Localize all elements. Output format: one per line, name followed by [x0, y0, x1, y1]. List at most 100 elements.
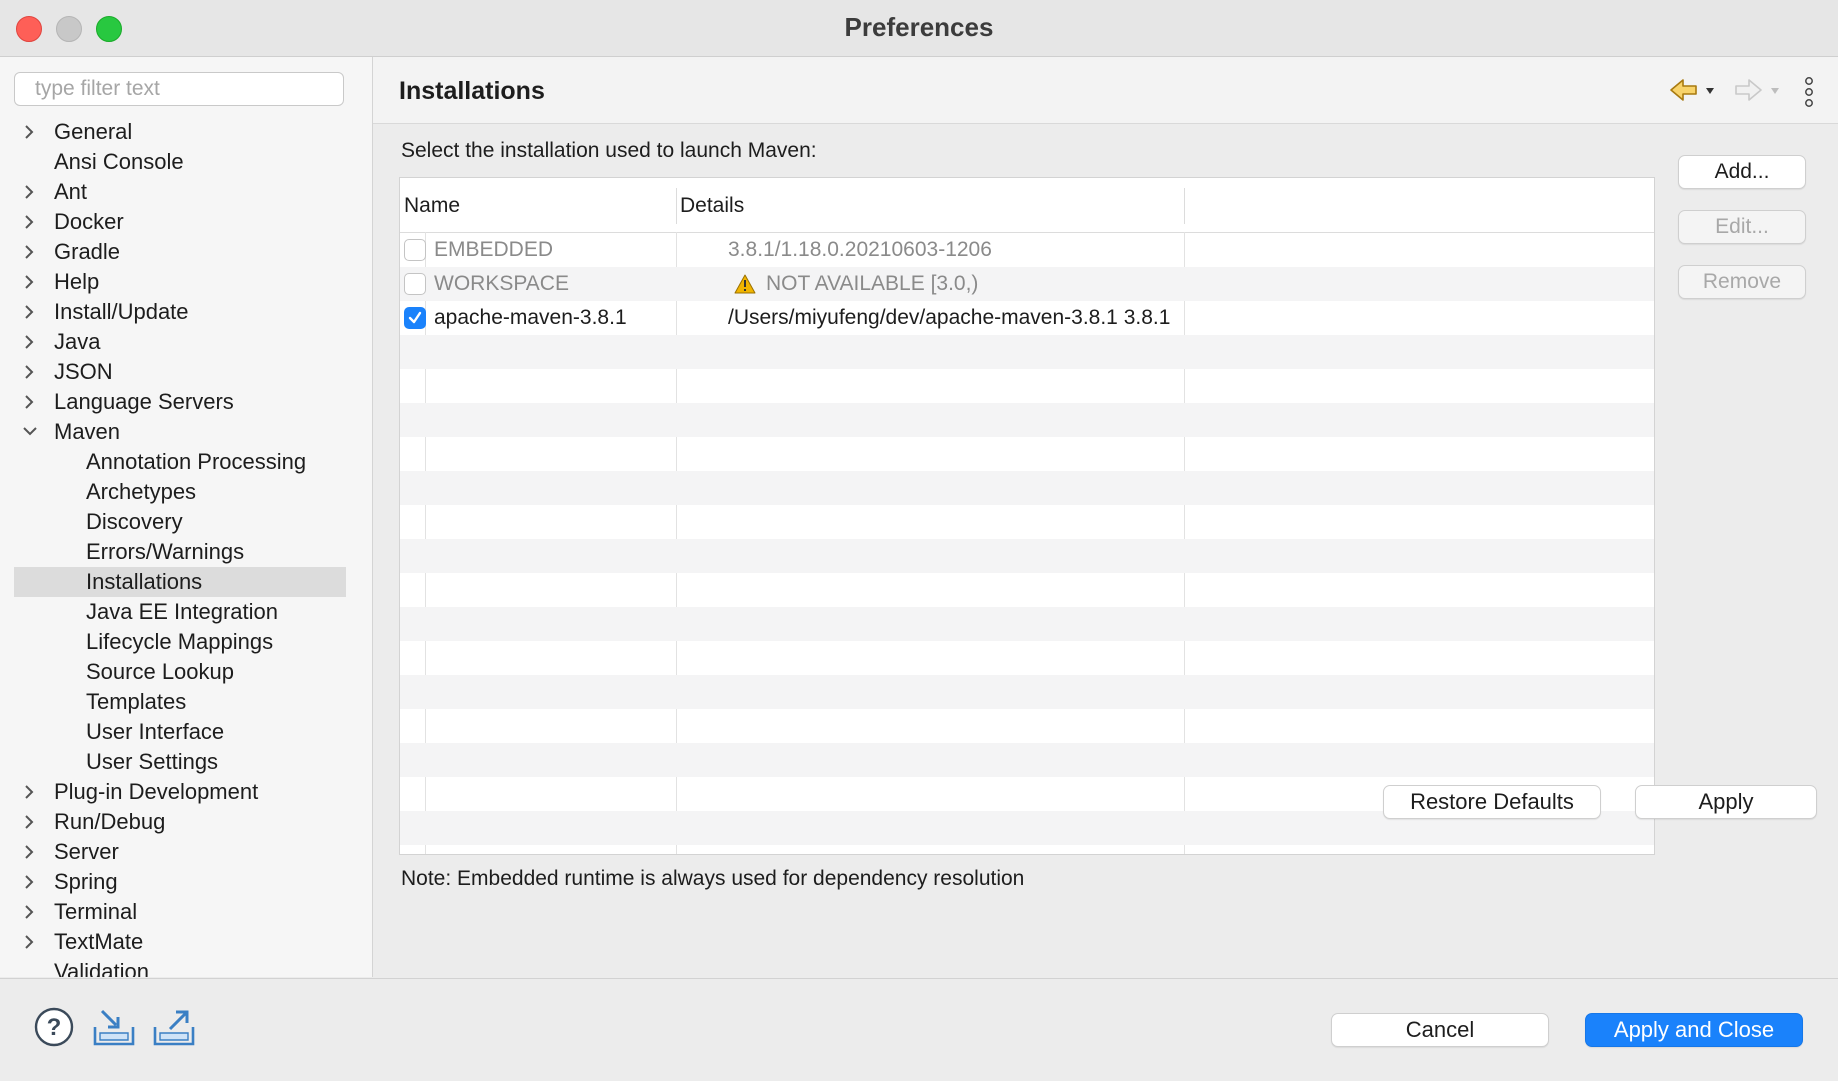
sidebar-item[interactable]: User Settings [0, 747, 372, 777]
sidebar-item[interactable]: Run/Debug [0, 807, 372, 837]
empty-table-row [400, 743, 1654, 777]
chevron-right-icon[interactable] [22, 387, 40, 417]
column-separator[interactable] [1184, 188, 1185, 224]
sidebar-item[interactable]: Maven [0, 417, 372, 447]
sidebar-item[interactable]: Source Lookup [0, 657, 372, 687]
table-body: EMBEDDED 3.8.1/1.18.0.20210603-1206 WORKSP… [400, 233, 1654, 845]
empty-table-row [400, 335, 1654, 369]
sidebar-item-label: Gradle [54, 239, 121, 264]
chevron-right-icon[interactable] [22, 177, 40, 207]
sidebar-item[interactable]: Install/Update [0, 297, 372, 327]
sidebar-item[interactable]: Installations [14, 567, 346, 597]
table-header: Name Details [400, 178, 1654, 233]
chevron-right-icon[interactable] [22, 237, 40, 267]
chevron-right-icon[interactable] [22, 357, 40, 387]
empty-table-row [400, 437, 1654, 471]
sidebar-item[interactable]: User Interface [0, 717, 372, 747]
sidebar-item[interactable]: Validation [0, 957, 372, 977]
installation-checkbox[interactable] [404, 273, 426, 295]
sidebar-item[interactable]: Java [0, 327, 372, 357]
chevron-right-icon[interactable] [22, 327, 40, 357]
export-icon[interactable] [152, 1007, 196, 1052]
chevron-right-icon[interactable] [22, 207, 40, 237]
sidebar-item[interactable]: Plug-in Development [0, 777, 372, 807]
chevron-right-icon[interactable] [22, 297, 40, 327]
sidebar-item[interactable]: Errors/Warnings [0, 537, 372, 567]
sidebar-item[interactable]: Spring [0, 867, 372, 897]
apply-and-close-button[interactable]: Apply and Close [1585, 1013, 1803, 1047]
apply-button[interactable]: Apply [1635, 785, 1817, 819]
sidebar-item[interactable]: Help [0, 267, 372, 297]
sidebar-item-label: Maven [54, 419, 121, 444]
empty-table-row [400, 607, 1654, 641]
table-row[interactable]: EMBEDDED 3.8.1/1.18.0.20210603-1206 [400, 233, 1654, 267]
chevron-right-icon[interactable] [22, 927, 40, 957]
empty-table-row [400, 675, 1654, 709]
help-icon[interactable]: ? [34, 1007, 74, 1052]
installation-checkbox[interactable] [404, 307, 426, 329]
sidebar-item[interactable]: TextMate [0, 927, 372, 957]
sidebar-item-label: Java [54, 329, 101, 354]
column-header-name[interactable]: Name [404, 194, 460, 218]
sidebar-item[interactable]: Language Servers [0, 387, 372, 417]
sidebar-item-label: Help [54, 269, 100, 294]
installation-checkbox[interactable] [404, 239, 426, 261]
empty-table-row [400, 403, 1654, 437]
chevron-right-icon[interactable] [22, 267, 40, 297]
sidebar-item-label: Validation [54, 959, 149, 977]
empty-table-row [400, 505, 1654, 539]
warning-icon [734, 274, 756, 299]
preferences-window: Preferences General Ansi Console Ant Docker… [0, 0, 1838, 1081]
page-header: Installations [373, 57, 1838, 124]
chevron-right-icon[interactable] [22, 837, 40, 867]
window-title: Preferences [844, 12, 994, 42]
sidebar-item[interactable]: Ant [0, 177, 372, 207]
sidebar-item-label: Discovery [86, 509, 183, 534]
back-arrow-icon[interactable] [1668, 77, 1718, 107]
edit-button[interactable]: Edit... [1678, 210, 1806, 244]
installation-name: apache-maven-3.8.1 [434, 306, 627, 329]
sidebar-item[interactable]: Annotation Processing [0, 447, 372, 477]
table-row[interactable]: WORKSPACE NOT AVAILABLE [3.0,) [400, 267, 1654, 301]
empty-table-row [400, 573, 1654, 607]
chevron-right-icon[interactable] [22, 897, 40, 927]
import-icon[interactable] [92, 1007, 136, 1052]
chevron-down-icon[interactable] [22, 417, 40, 447]
restore-defaults-button[interactable]: Restore Defaults [1383, 785, 1601, 819]
sidebar-item-label: Terminal [54, 899, 138, 924]
sidebar-item[interactable]: Archetypes [0, 477, 372, 507]
sidebar-item[interactable]: Server [0, 837, 372, 867]
column-separator[interactable] [676, 188, 677, 224]
sidebar-item[interactable]: Gradle [0, 237, 372, 267]
preferences-tree: General Ansi Console Ant Docker Gradle Help In… [0, 117, 372, 977]
svg-text:?: ? [47, 1014, 62, 1041]
empty-table-row [400, 471, 1654, 505]
sidebar-item[interactable]: JSON [0, 357, 372, 387]
table-row[interactable]: apache-maven-3.8.1/Users/miyufeng/dev/ap… [400, 301, 1654, 335]
chevron-right-icon[interactable] [22, 777, 40, 807]
sidebar-item-label: Java EE Integration [86, 599, 279, 624]
sidebar-item[interactable]: General [0, 117, 372, 147]
sidebar-item[interactable]: Terminal [0, 897, 372, 927]
sidebar-item[interactable]: Docker [0, 207, 372, 237]
note-text: Note: Embedded runtime is always used fo… [401, 867, 1025, 890]
sidebar-item[interactable]: Ansi Console [0, 147, 372, 177]
chevron-right-icon[interactable] [22, 807, 40, 837]
filter-input[interactable] [14, 72, 344, 106]
sidebar-item[interactable]: Lifecycle Mappings [0, 627, 372, 657]
more-vertical-icon[interactable] [1801, 75, 1817, 109]
remove-button[interactable]: Remove [1678, 265, 1806, 299]
installation-details: 3.8.1/1.18.0.20210603-1206 [728, 238, 992, 261]
forward-arrow-icon[interactable] [1733, 77, 1783, 107]
add-button[interactable]: Add... [1678, 155, 1806, 189]
cancel-button[interactable]: Cancel [1331, 1013, 1549, 1047]
sidebar-item-label: General [54, 119, 133, 144]
chevron-right-icon[interactable] [22, 867, 40, 897]
sidebar-item[interactable]: Discovery [0, 507, 372, 537]
sidebar-item[interactable]: Java EE Integration [0, 597, 372, 627]
sidebar-item[interactable]: Templates [0, 687, 372, 717]
sidebar-item-label: Language Servers [54, 389, 234, 414]
chevron-right-icon[interactable] [22, 117, 40, 147]
installation-name: WORKSPACE [434, 272, 569, 295]
column-header-details[interactable]: Details [680, 194, 744, 218]
